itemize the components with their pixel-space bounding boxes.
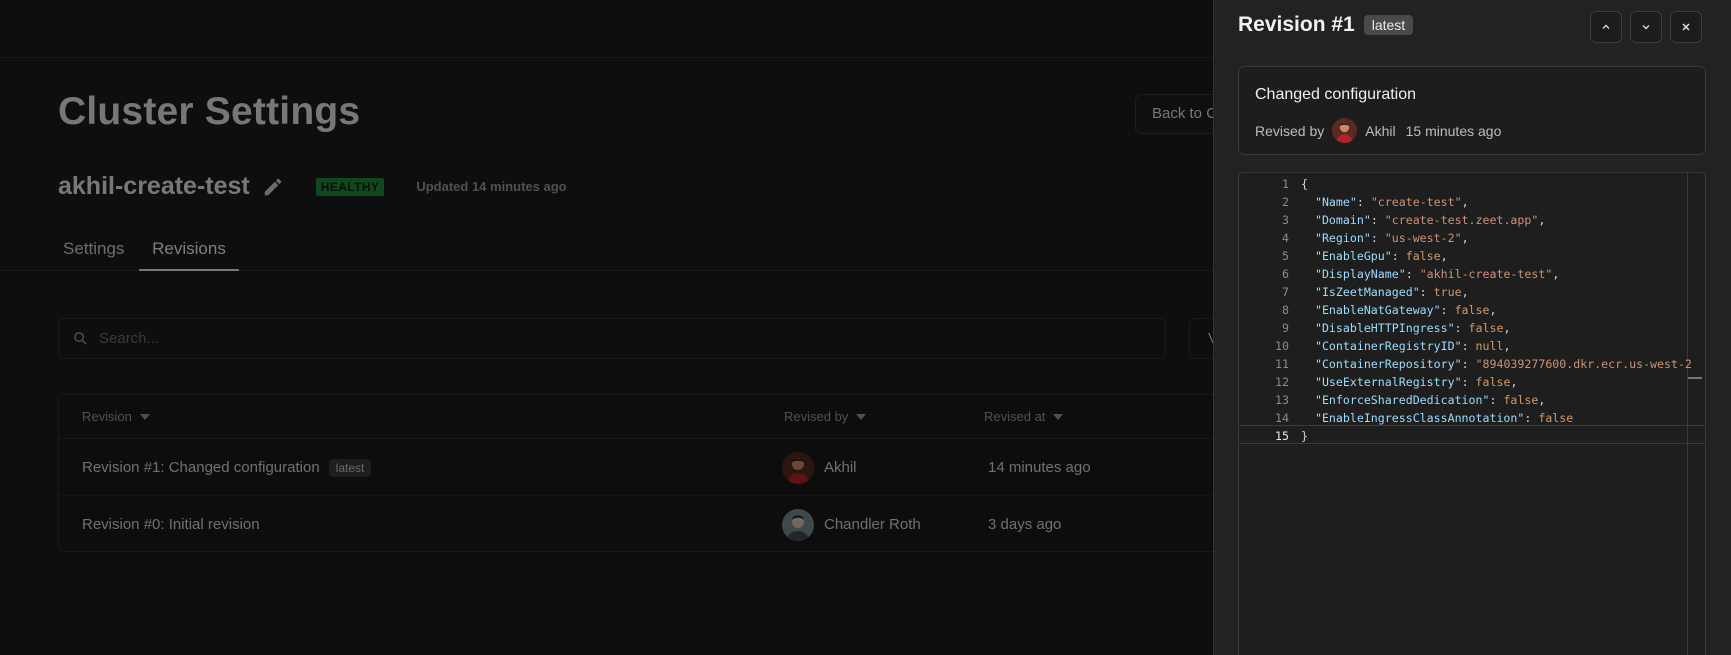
code-line: 13 "EnforceSharedDedication": false, <box>1239 391 1705 409</box>
line-number: 8 <box>1282 303 1289 317</box>
code-line: 7 "IsZeetManaged": true, <box>1239 283 1705 301</box>
line-number: 6 <box>1282 267 1289 281</box>
chevron-up-icon <box>1602 24 1610 29</box>
drawer-header: Revision #1 latest <box>1238 13 1414 37</box>
code-line: 12 "UseExternalRegistry": false, <box>1239 373 1705 391</box>
code-text: "DisableHTTPIngress": false, <box>1314 321 1511 335</box>
code-line: 14 "EnableIngressClassAnnotation": false <box>1239 409 1705 427</box>
line-number: 10 <box>1275 339 1289 353</box>
code-line: 15} <box>1239 427 1705 445</box>
line-number: 4 <box>1282 231 1289 245</box>
code-line: 8 "EnableNatGateway": false, <box>1239 301 1705 319</box>
code-text: { <box>1301 177 1308 191</box>
code-line: 11 "ContainerRepository": "894039277600.… <box>1239 355 1705 373</box>
code-text: "EnforceSharedDedication": false, <box>1314 393 1546 407</box>
drawer-title: Revision #1 <box>1238 13 1355 36</box>
code-line: 5 "EnableGpu": false, <box>1239 247 1705 265</box>
code-text: "ContainerRepository": "894039277600.dkr… <box>1314 357 1692 371</box>
close-button[interactable] <box>1670 11 1702 43</box>
revision-drawer: Revision #1 latest Changed configuration… <box>1213 0 1731 655</box>
line-number: 13 <box>1275 393 1289 407</box>
line-number: 1 <box>1282 177 1289 191</box>
line-number: 11 <box>1275 357 1289 371</box>
code-line: 4 "Region": "us-west-2", <box>1239 229 1705 247</box>
code-text: "EnableNatGateway": false, <box>1314 303 1497 317</box>
code-text: "IsZeetManaged": true, <box>1314 285 1469 299</box>
code-text: "ContainerRegistryID": null, <box>1314 339 1511 353</box>
previous-revision-button[interactable] <box>1590 11 1622 43</box>
code-line: 10 "ContainerRegistryID": null, <box>1239 337 1705 355</box>
modal-backdrop[interactable] <box>0 0 1213 655</box>
config-code-editor[interactable]: 1{2 "Name": "create-test", 3 "Domain": "c… <box>1238 172 1706 655</box>
code-line: 6 "DisplayName": "akhil-create-test", <box>1239 265 1705 283</box>
line-number: 7 <box>1282 285 1289 299</box>
revision-summary-title: Changed configuration <box>1255 86 1417 103</box>
line-number: 9 <box>1282 321 1289 335</box>
chevron-down-icon <box>1642 25 1650 30</box>
revised-by-user: Akhil <box>1365 122 1396 139</box>
latest-badge: latest <box>1363 15 1414 35</box>
code-line: 1{ <box>1239 175 1705 193</box>
close-icon <box>1682 23 1690 31</box>
next-revision-button[interactable] <box>1630 11 1662 43</box>
code-text: "Domain": "create-test.zeet.app", <box>1314 213 1546 227</box>
code-text: "EnableIngressClassAnnotation": false <box>1314 411 1574 425</box>
code-text: "UseExternalRegistry": false, <box>1314 375 1518 389</box>
revised-by-label: Revised by <box>1255 122 1325 139</box>
line-number: 2 <box>1282 195 1289 209</box>
line-number: 5 <box>1282 249 1289 263</box>
line-number: 3 <box>1282 213 1289 227</box>
code-text: "DisplayName": "akhil-create-test", <box>1314 267 1560 281</box>
line-number: 15 <box>1275 429 1289 443</box>
code-text: "EnableGpu": false, <box>1314 249 1448 263</box>
avatar <box>1332 118 1358 143</box>
code-text: "Name": "create-test", <box>1314 195 1469 209</box>
revision-meta: Revised by Akhil 15 minutes ago <box>1255 118 1501 143</box>
revised-time: 15 minutes ago <box>1405 122 1502 139</box>
code-line: 3 "Domain": "create-test.zeet.app", <box>1239 211 1705 229</box>
code-text: "Region": "us-west-2", <box>1314 231 1469 245</box>
code-line: 9 "DisableHTTPIngress": false, <box>1239 319 1705 337</box>
line-number: 14 <box>1275 411 1289 425</box>
line-number: 12 <box>1275 375 1289 389</box>
revision-summary-card: Changed configuration Revised by Akhil 1… <box>1238 66 1706 155</box>
code-line: 2 "Name": "create-test", <box>1239 193 1705 211</box>
code-text: } <box>1301 429 1308 443</box>
